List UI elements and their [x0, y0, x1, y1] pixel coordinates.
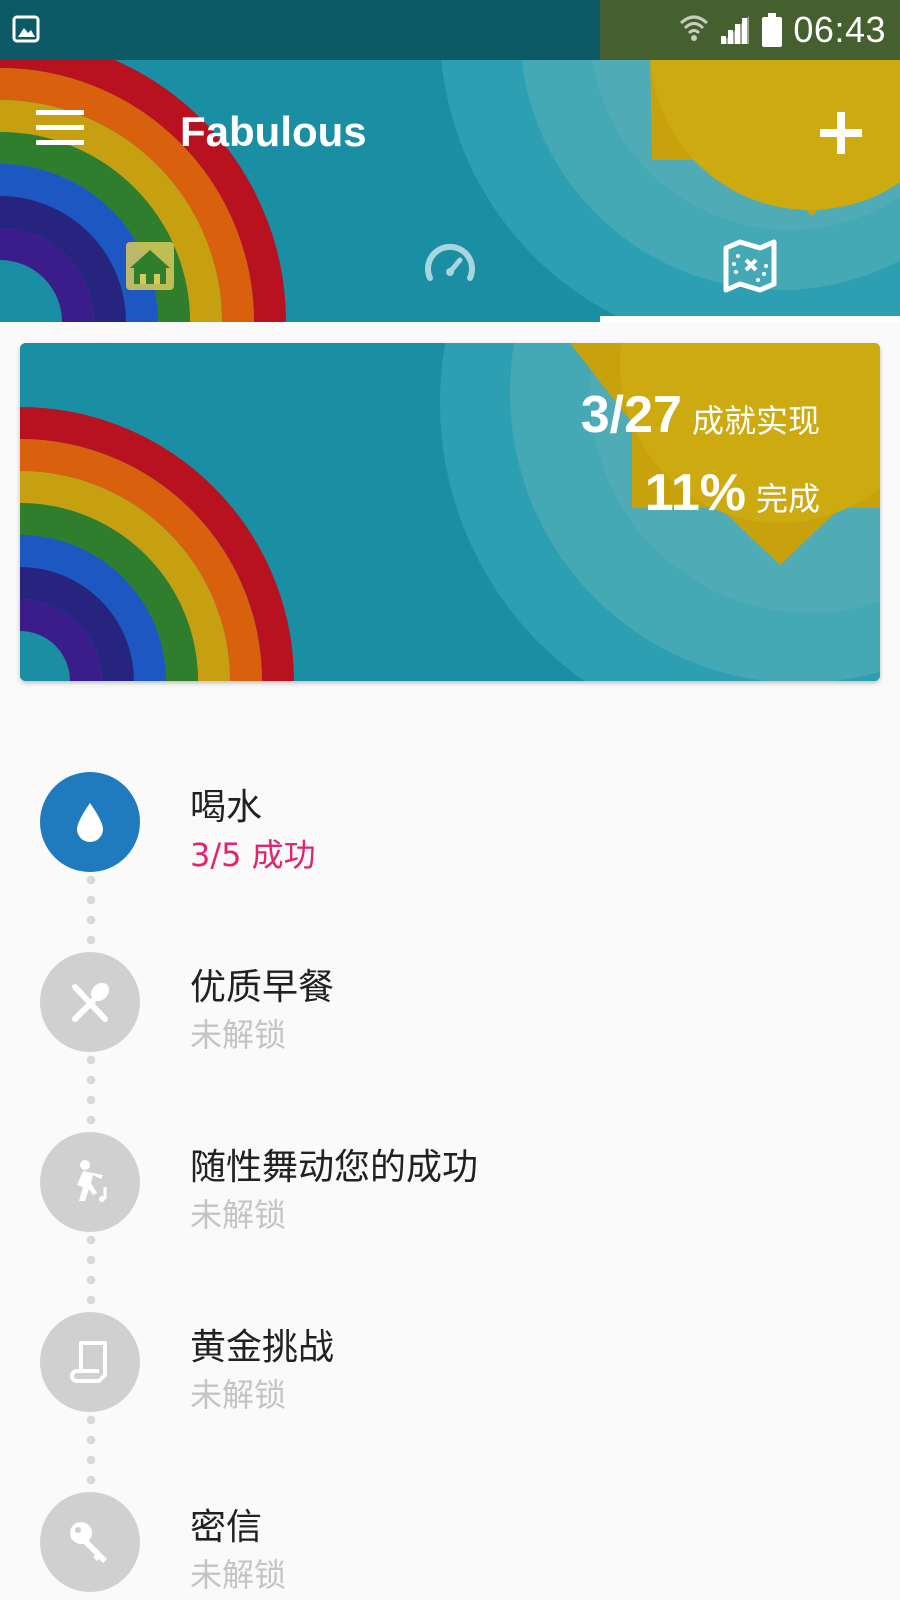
achievement-badge — [40, 952, 140, 1052]
progress-summary-card[interactable]: 3/27 成就实现 11% 完成 — [20, 343, 880, 681]
battery-icon — [762, 13, 783, 47]
add-button[interactable] — [810, 102, 872, 164]
gallery-icon — [12, 15, 40, 43]
timeline-connector — [86, 1050, 96, 1126]
achievement-title: 优质早餐 — [190, 967, 335, 1008]
tab-bar — [0, 210, 900, 322]
achievement-status: 3/5 成功 — [190, 836, 316, 874]
achievement-item[interactable]: 随性舞动您的成功 未解锁 — [0, 1120, 900, 1234]
tab-indicator — [600, 316, 900, 322]
menu-button[interactable] — [30, 110, 90, 160]
plus-icon — [820, 112, 862, 154]
menu-icon — [30, 110, 90, 145]
app-header: Fabulous — [0, 60, 900, 322]
achievement-status: 未解锁 — [190, 1376, 287, 1414]
treasure-map-icon — [723, 239, 777, 293]
achievement-badge — [40, 1132, 140, 1232]
achievement-title: 喝水 — [190, 787, 263, 828]
card-stats: 3/27 成就实现 11% 完成 — [581, 385, 820, 541]
achievement-item[interactable]: 密信 未解锁 — [0, 1480, 900, 1594]
wifi-icon — [680, 15, 709, 41]
status-time: 06:43 — [793, 9, 886, 50]
achievement-item[interactable]: 黄金挑战 未解锁 — [0, 1300, 900, 1414]
achievement-item[interactable]: 喝水 3/5 成功 — [0, 760, 900, 874]
achievement-title: 密信 — [190, 1507, 263, 1548]
timeline-connector — [86, 1410, 96, 1486]
achievement-status: 未解锁 — [190, 1016, 287, 1054]
achievement-badge — [40, 772, 140, 872]
tab-stats[interactable] — [300, 210, 600, 322]
achievement-status: 未解锁 — [190, 1556, 287, 1594]
key-icon — [70, 1522, 107, 1563]
speedometer-icon — [425, 243, 475, 281]
tab-journey[interactable] — [600, 210, 900, 322]
fork-spoon-icon — [72, 982, 110, 1022]
completion-label: 完成 — [755, 480, 820, 518]
achievement-badge — [40, 1492, 140, 1592]
app-title: Fabulous — [180, 108, 367, 155]
completion-stat: 11% 完成 — [581, 463, 820, 523]
achievement-status: 未解锁 — [190, 1196, 287, 1234]
house-icon — [126, 242, 174, 290]
achievement-item[interactable]: 优质早餐 未解锁 — [0, 940, 900, 1054]
status-bar: 06:43 — [0, 0, 900, 60]
tab-home[interactable] — [0, 210, 300, 322]
achievement-title: 随性舞动您的成功 — [190, 1147, 479, 1188]
achievement-title: 黄金挑战 — [190, 1327, 335, 1368]
achievements-label: 成就实现 — [691, 402, 820, 440]
achievements-count: 3/27 — [580, 386, 682, 444]
scroll-icon — [70, 1341, 107, 1383]
timeline-connector — [86, 1230, 96, 1306]
timeline-connector — [86, 870, 96, 946]
dancing-icon — [77, 1160, 107, 1202]
achievements-stat: 3/27 成就实现 — [581, 385, 820, 445]
signal-icon — [721, 16, 750, 44]
completion-percent: 11% — [644, 464, 746, 522]
water-drop-icon — [77, 803, 103, 842]
achievement-badge — [40, 1312, 140, 1412]
